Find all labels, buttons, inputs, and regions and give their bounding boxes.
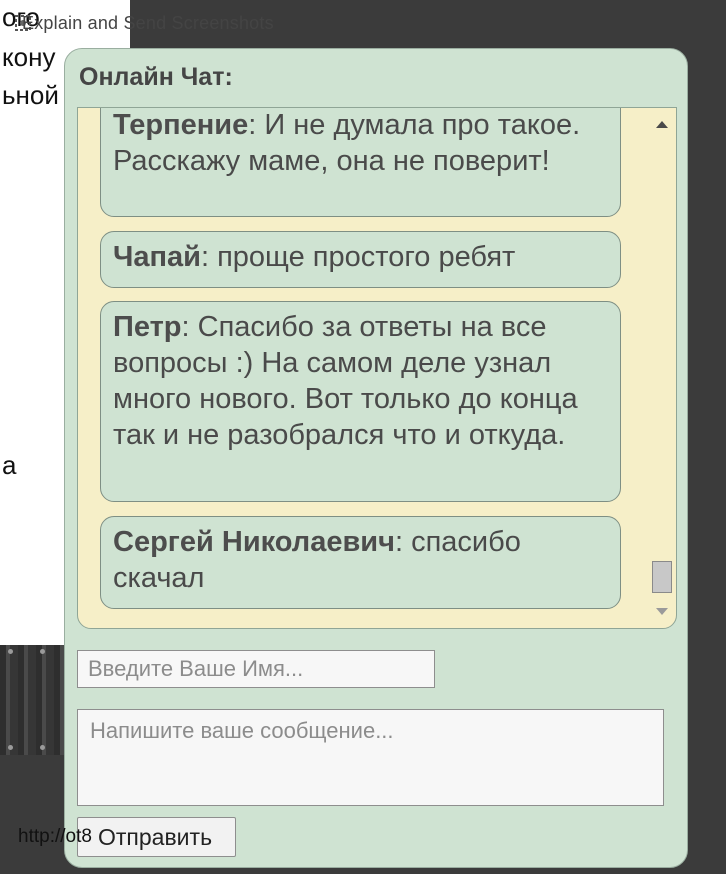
- message-text: : Спасибо за ответы на все вопросы :) На…: [113, 311, 578, 451]
- chat-message: Сергей Николаевич: спасибо скачал: [100, 516, 621, 609]
- messages-list[interactable]: Терпение: И не думала про такое. Расскаж…: [77, 107, 677, 629]
- online-chat-panel: Онлайн Чат: Терпение: И не думала про та…: [64, 48, 688, 868]
- chat-title: Онлайн Чат:: [79, 63, 233, 91]
- overlay-caption: Explain and Send Screenshots: [22, 13, 274, 33]
- stud-decoration: [40, 649, 45, 654]
- stud-decoration: [8, 745, 13, 750]
- messages-scrollbar[interactable]: [651, 111, 673, 625]
- message-text: : проще простого ребят: [200, 241, 516, 273]
- send-button[interactable]: Отправить: [77, 817, 236, 857]
- chat-message: Терпение: И не думала про такое. Расскаж…: [100, 108, 621, 217]
- scroll-down-arrow-icon[interactable]: [656, 608, 668, 615]
- background-text-line: ьной: [2, 80, 59, 110]
- scroll-up-arrow-icon[interactable]: [656, 121, 668, 128]
- message-author: Терпение: [113, 109, 249, 141]
- scrollbar-thumb[interactable]: [652, 561, 672, 593]
- background-text-line: а: [2, 450, 17, 480]
- chat-message: Чапай: проще простого ребят: [100, 231, 621, 288]
- message-input[interactable]: [77, 709, 664, 806]
- stud-decoration: [8, 649, 13, 654]
- chat-message: Петр: Спасибо за ответы на все вопросы :…: [100, 301, 621, 502]
- name-input[interactable]: [77, 650, 435, 688]
- message-author: Сергей Николаевич: [113, 526, 395, 558]
- stud-decoration: [40, 745, 45, 750]
- message-author: Чапай: [113, 241, 201, 273]
- status-url: http://ot8: [18, 826, 92, 847]
- background-decoration: [0, 645, 70, 755]
- background-text-line: кону: [2, 42, 56, 72]
- message-author: Петр: [113, 311, 182, 343]
